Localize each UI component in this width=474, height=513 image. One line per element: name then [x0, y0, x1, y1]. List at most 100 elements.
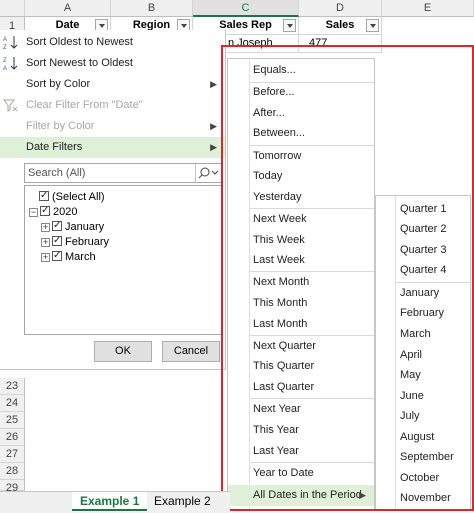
period-label: Quarter 3 — [400, 244, 447, 256]
period-label: February — [400, 307, 445, 319]
period-june[interactable]: June — [376, 386, 470, 407]
date-filter-label: This Quarter — [253, 360, 315, 372]
expand-icon[interactable]: + — [41, 253, 50, 262]
date-filter-label: Last Week — [253, 254, 305, 266]
date-filter-last-week[interactable]: Last Week — [228, 250, 374, 271]
period-july[interactable]: July — [376, 406, 470, 427]
date-filter-tomorrow[interactable]: Tomorrow — [228, 146, 374, 167]
period-april[interactable]: April — [376, 345, 470, 366]
row-header-26[interactable]: 26 — [0, 429, 25, 446]
period-october[interactable]: October — [376, 468, 470, 489]
row-header-27[interactable]: 27 — [0, 446, 25, 463]
date-filter-today[interactable]: Today — [228, 166, 374, 187]
period-quarter-2[interactable]: Quarter 2 — [376, 219, 470, 240]
date-filter-label: Next Quarter — [253, 340, 316, 352]
date-filter-next-quarter[interactable]: Next Quarter — [228, 336, 374, 357]
period-label: September — [400, 451, 454, 463]
date-filter-next-year[interactable]: Next Year — [228, 399, 374, 420]
filter-values-tree: (Select All) − 2020 + January + February + M… — [24, 185, 222, 335]
column-header-e[interactable]: E — [382, 0, 474, 17]
checkbox-checked-icon[interactable] — [52, 218, 62, 233]
checkbox-checked-icon[interactable] — [40, 203, 50, 218]
period-may[interactable]: May — [376, 365, 470, 386]
filter-by-color[interactable]: Filter by Color ▶ — [0, 116, 225, 137]
tree-item-february[interactable]: + February — [41, 233, 109, 250]
date-filter-between[interactable]: Between... — [228, 123, 374, 144]
period-january[interactable]: January — [376, 283, 470, 304]
date-filter-last-year[interactable]: Last Year — [228, 441, 374, 462]
column-header-b[interactable]: B — [111, 0, 193, 17]
row-header-23[interactable]: 23 — [0, 378, 25, 395]
checkbox-checked-icon[interactable] — [52, 248, 62, 263]
column-header-a[interactable]: A — [25, 0, 111, 17]
expand-icon[interactable]: + — [41, 238, 50, 247]
tree-item-march[interactable]: + March — [41, 248, 96, 265]
row-header-25[interactable]: 25 — [0, 412, 25, 429]
sort-oldest-label: Sort Oldest to Newest — [26, 36, 133, 48]
date-filters-menu-item[interactable]: Date Filters ▶ — [0, 137, 225, 158]
date-filter-equals[interactable]: Equals... — [228, 60, 374, 81]
header-cell-sales[interactable]: Sales — [299, 17, 382, 35]
date-filter-this-year[interactable]: This Year — [228, 420, 374, 441]
period-quarter-1[interactable]: Quarter 1 — [376, 199, 470, 220]
row-header-29[interactable]: 29 — [0, 480, 25, 494]
date-filter-this-month[interactable]: This Month — [228, 293, 374, 314]
tree-item-january[interactable]: + January — [41, 218, 105, 235]
select-all-corner[interactable] — [0, 0, 25, 17]
period-label: July — [400, 410, 420, 422]
period-quarter-3[interactable]: Quarter 3 — [376, 240, 470, 261]
date-filter-all-dates-in-period[interactable]: All Dates in the Period ▶ — [228, 485, 374, 506]
sales-filter-dropdown-button[interactable] — [366, 19, 379, 32]
sheet-tab-example-1[interactable]: Example 1 — [72, 492, 148, 511]
date-filter-year-to-date[interactable]: Year to Date — [228, 463, 374, 484]
date-filter-label: Last Year — [253, 445, 299, 457]
date-filter-this-week[interactable]: This Week — [228, 230, 374, 251]
row-header-24[interactable]: 24 — [0, 395, 25, 412]
period-february[interactable]: February — [376, 303, 470, 324]
sort-newest-to-oldest[interactable]: Z A Sort Newest to Oldest — [0, 53, 225, 74]
column-header-d[interactable]: D — [299, 0, 382, 17]
cell-sales-row2[interactable]: 477 — [299, 35, 382, 53]
date-filter-label: This Year — [253, 424, 299, 436]
row-header-28[interactable]: 28 — [0, 463, 25, 480]
collapse-icon[interactable]: − — [29, 208, 38, 217]
expand-icon[interactable]: + — [41, 223, 50, 232]
checkbox-checked-icon[interactable] — [39, 188, 49, 203]
column-header-c[interactable]: C — [193, 0, 299, 17]
clear-filter-from-date[interactable]: Clear Filter From "Date" — [0, 95, 225, 116]
date-filter-label: Last Quarter — [253, 381, 315, 393]
period-september[interactable]: September — [376, 447, 470, 468]
month-label: January — [65, 221, 105, 233]
filter-search-input[interactable]: Search (All) — [24, 163, 222, 183]
period-march[interactable]: March — [376, 324, 470, 345]
search-options-button[interactable] — [195, 164, 221, 182]
date-filter-after[interactable]: After... — [228, 103, 374, 124]
period-label: Quarter 1 — [400, 203, 447, 215]
date-filter-label: Tomorrow — [253, 150, 302, 162]
sort-by-color[interactable]: Sort by Color ▶ — [0, 74, 225, 95]
sort-ascending-icon: A Z — [3, 36, 18, 50]
cell-sales-rep-row2[interactable]: n Joseph — [226, 35, 299, 53]
clear-filter-label: Clear Filter From "Date" — [26, 99, 143, 111]
ok-button[interactable]: OK — [94, 341, 152, 362]
date-filter-label: All Dates in the Period — [253, 489, 362, 501]
date-filter-last-quarter[interactable]: Last Quarter — [228, 377, 374, 398]
checkbox-checked-icon[interactable] — [52, 233, 62, 248]
date-filter-next-month[interactable]: Next Month — [228, 272, 374, 293]
period-august[interactable]: August — [376, 427, 470, 448]
date-filter-next-week[interactable]: Next Week — [228, 209, 374, 230]
date-filter-before[interactable]: Before... — [228, 82, 374, 103]
submenu-arrow-icon: ▶ — [359, 490, 366, 500]
date-filter-this-quarter[interactable]: This Quarter — [228, 356, 374, 377]
cancel-button[interactable]: Cancel — [162, 341, 220, 362]
sheet-tab-example-2[interactable]: Example 2 — [146, 492, 219, 511]
header-sales-label: Sales — [325, 19, 355, 31]
date-filter-last-month[interactable]: Last Month — [228, 314, 374, 335]
sort-oldest-to-newest[interactable]: A Z Sort Oldest to Newest — [0, 32, 225, 53]
date-filter-yesterday[interactable]: Yesterday — [228, 187, 374, 208]
period-november[interactable]: November — [376, 488, 470, 509]
period-quarter-4[interactable]: Quarter 4 — [376, 260, 470, 281]
date-filter-label: Last Month — [253, 318, 308, 330]
sales-rep-filter-dropdown-button[interactable] — [283, 19, 296, 32]
date-filter-label: Next Year — [253, 403, 301, 415]
